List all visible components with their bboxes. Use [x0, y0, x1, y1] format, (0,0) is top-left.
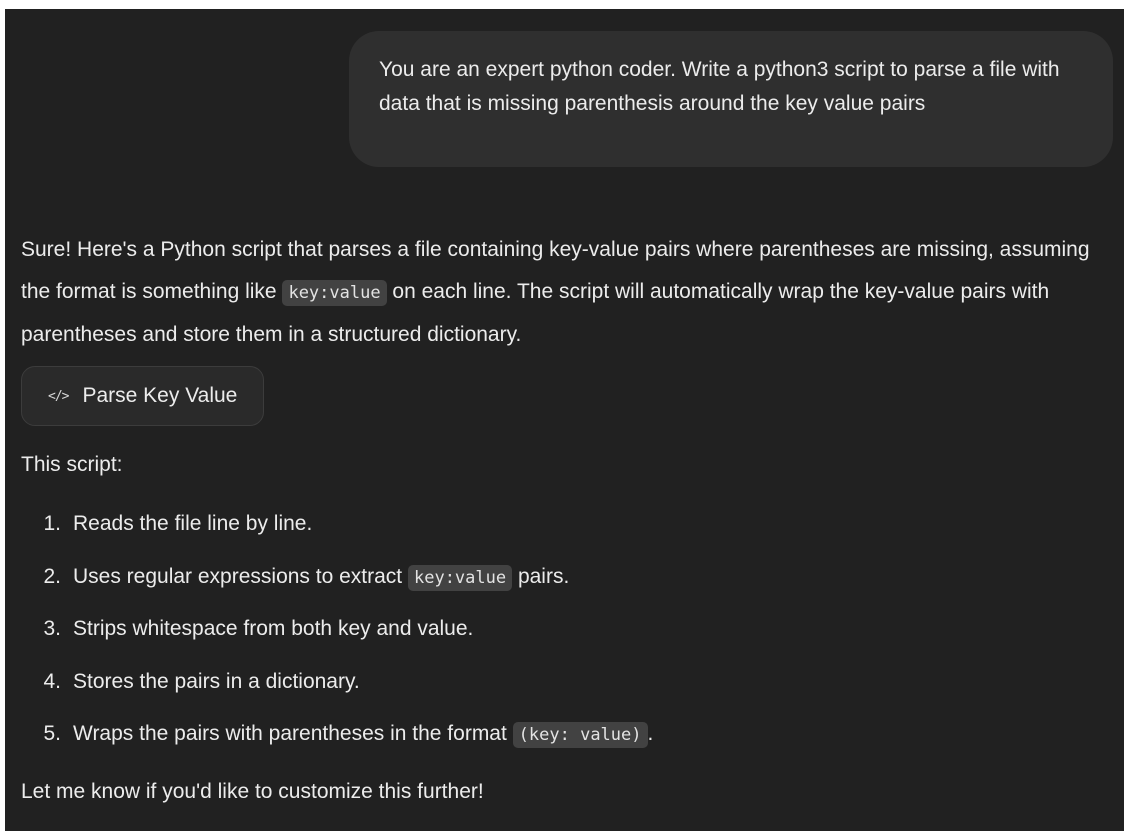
list-item-number: 2.: [43, 564, 61, 588]
list-item-number: 5.: [43, 722, 61, 746]
list-item-text: Strips whitespace from both key and valu…: [73, 617, 474, 641]
assistant-intro-paragraph: Sure! Here's a Python script that parses…: [21, 229, 1119, 356]
list-item-text: Uses regular expressions to extract key:…: [73, 564, 570, 591]
user-message-bubble: You are an expert python coder. Write a …: [349, 31, 1113, 167]
inline-code: (key: value): [512, 722, 648, 749]
list-item: 2. Uses regular expressions to extract k…: [21, 551, 1119, 604]
list-item-text-before: Uses regular expressions to extract: [73, 564, 408, 588]
list-item-number: 3.: [43, 617, 61, 641]
user-message-text: You are an expert python coder. Write a …: [379, 58, 1060, 115]
steps-list: 1. Reads the file line by line. 2. Uses …: [21, 498, 1119, 761]
list-item-text: Wraps the pairs with parentheses in the …: [73, 722, 654, 749]
parse-key-value-artifact-button[interactable]: </> Parse Key Value: [21, 366, 265, 426]
list-item: 1. Reads the file line by line.: [21, 498, 1119, 551]
artifact-label: Parse Key Value: [82, 384, 238, 407]
list-item: 3. Strips whitespace from both key and v…: [21, 603, 1119, 656]
chat-window: You are an expert python coder. Write a …: [5, 9, 1124, 831]
list-item-text-after: pairs.: [512, 564, 570, 588]
summary-label: This script:: [21, 453, 123, 476]
assistant-message: Sure! Here's a Python script that parses…: [21, 229, 1119, 807]
list-item-text: Stores the pairs in a dictionary.: [73, 669, 360, 693]
list-item-number: 1.: [43, 512, 61, 536]
list-item-number: 4.: [43, 669, 61, 693]
closing-text: Let me know if you'd like to customize t…: [21, 779, 484, 803]
code-icon: </>: [48, 388, 70, 404]
list-item-text: Reads the file line by line.: [73, 512, 313, 536]
list-item: 5. Wraps the pairs with parentheses in t…: [21, 708, 1119, 761]
inline-code: key:value: [282, 280, 387, 306]
list-item-text-before: Wraps the pairs with parentheses in the …: [73, 722, 513, 746]
list-item: 4. Stores the pairs in a dictionary.: [21, 656, 1119, 709]
inline-code: key:value: [407, 564, 513, 591]
list-item-text-after: .: [647, 722, 654, 746]
